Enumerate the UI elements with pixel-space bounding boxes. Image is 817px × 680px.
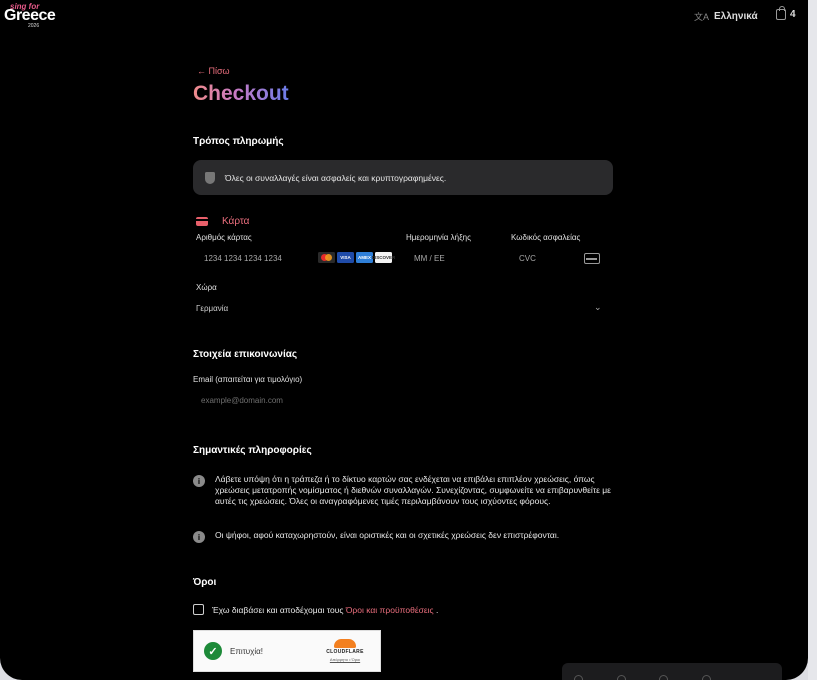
logo-line3: 2026 <box>28 23 40 29</box>
info-item-refund: i Οι ψήφοι, αφού καταχωρηστούν, είναι ορ… <box>193 530 615 543</box>
captcha-status: Επιτυχία! <box>230 646 263 656</box>
cvc-input[interactable]: CVC <box>519 254 536 263</box>
scrollbar-track[interactable] <box>808 0 817 680</box>
cloudflare-brand: CLOUDFLARE Απόρρητο • Όροι <box>320 639 370 662</box>
email-input[interactable]: example@domain.com <box>201 396 283 405</box>
toolbar-circle-icon[interactable] <box>574 675 583 680</box>
secure-notice: Όλες οι συναλλαγές είναι ασφαλείς και κρ… <box>193 160 613 195</box>
captcha-links[interactable]: Απόρρητο • Όροι <box>320 657 370 662</box>
payment-method-card[interactable]: Κάρτα <box>196 216 249 227</box>
cart-count: 4 <box>790 9 796 20</box>
terms-row: Έχω διαβάσει και αποδέχομαι τους Όροι κα… <box>193 604 438 615</box>
toolbar-circle-icon[interactable] <box>659 675 668 680</box>
cart-button[interactable]: 4 <box>776 6 796 20</box>
credit-card-icon <box>196 217 208 226</box>
bottom-toolbar <box>562 663 782 680</box>
toolbar-circle-icon[interactable] <box>702 675 711 680</box>
info-icon: i <box>193 475 205 487</box>
cloudflare-icon <box>334 639 356 648</box>
visa-icon: VISA <box>337 252 354 263</box>
terms-suffix: . <box>433 604 439 615</box>
shield-icon <box>205 171 215 184</box>
terms-link[interactable]: Όροι και προϋποθέσεις <box>346 605 434 615</box>
cvc-label: Κωδικός ασφαλείας <box>511 233 581 242</box>
secure-notice-text: Όλες οι συναλλαγές είναι ασφαλείς και κρ… <box>225 172 447 183</box>
contact-heading: Στοιχεία επικοινωνίας <box>193 349 298 360</box>
info-text-refund: Οι ψήφοι, αφού καταχωρηστούν, είναι ορισ… <box>215 530 560 540</box>
payment-method-label: Κάρτα <box>222 216 250 227</box>
card-number-label: Αριθμός κάρτας <box>196 233 252 242</box>
terms-prefix: Έχω διαβάσει και αποδέχομαι τους <box>212 604 346 615</box>
page-title: Checkout <box>193 82 289 105</box>
terms-text: Έχω διαβάσει και αποδέχομαι τους Όροι κα… <box>212 605 438 615</box>
expiry-label: Ημερομηνία λήξης <box>406 233 471 242</box>
language-label: Ελληνικά <box>714 11 758 22</box>
info-heading: Σημαντικές πληροφορίες <box>193 445 312 456</box>
country-select[interactable]: Γερμανία <box>196 304 228 313</box>
card-number-input[interactable]: 1234 1234 1234 1234 <box>204 254 282 263</box>
cvc-card-icon <box>584 253 600 264</box>
toolbar-circle-icon[interactable] <box>617 675 626 680</box>
info-icon: i <box>193 531 205 543</box>
mastercard-icon <box>318 252 335 263</box>
language-switcher[interactable]: 文A Ελληνικά <box>694 10 758 23</box>
shopping-bag-icon <box>776 6 786 20</box>
cloudflare-name: CLOUDFLARE <box>326 649 364 655</box>
check-icon: ✓ <box>204 642 222 660</box>
translate-icon: 文A <box>694 12 710 22</box>
back-link[interactable]: ← Πίσω <box>197 66 230 76</box>
email-label: Email (απαιτείται για τιμολόγιο) <box>193 375 303 384</box>
payment-heading: Τρόπος πληρωμής <box>193 136 284 147</box>
captcha-widget: ✓ Επιτυχία! CLOUDFLARE Απόρρητο • Όροι <box>193 630 381 672</box>
chevron-down-icon[interactable]: ⌄ <box>594 302 602 313</box>
card-brands: VISA AMEX DISCOVER <box>318 252 395 263</box>
country-label: Χώρα <box>196 283 217 292</box>
amex-icon: AMEX <box>356 252 373 263</box>
expiry-input[interactable]: ΜΜ / ΕΕ <box>414 254 445 263</box>
discover-icon: DISCOVER <box>372 252 395 263</box>
terms-heading: Όροι <box>193 577 217 588</box>
terms-checkbox[interactable] <box>193 604 204 615</box>
info-text-fees: Λάβετε υπόψη ότι η τράπεζα ή το δίκτυο κ… <box>215 474 611 506</box>
info-item-fees: i Λάβετε υπόψη ότι η τράπεζα ή το δίκτυο… <box>193 474 615 507</box>
logo[interactable]: sing for Greece 2026 <box>4 2 68 29</box>
checkout-page: sing for Greece 2026 文A Ελληνικά 4 ← Πίσ… <box>0 0 808 680</box>
